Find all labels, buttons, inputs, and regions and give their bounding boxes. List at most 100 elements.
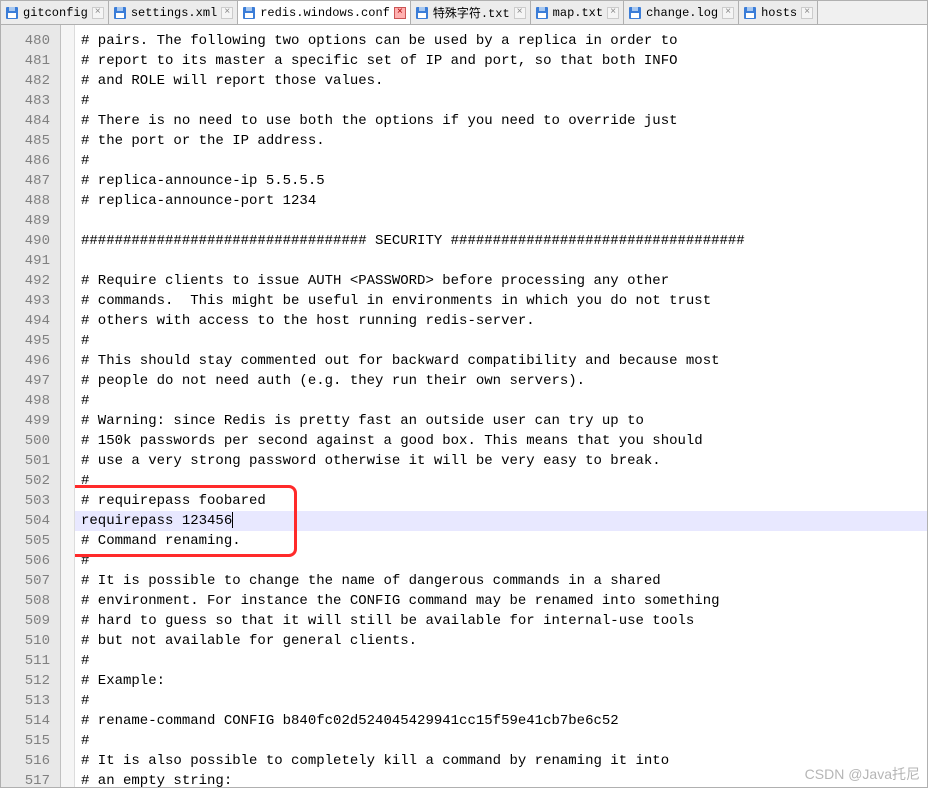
code-line[interactable]: ################################## SECUR… [75, 231, 927, 251]
code-line[interactable]: # commands. This might be useful in envi… [75, 291, 927, 311]
close-icon[interactable]: × [722, 7, 734, 19]
code-line[interactable] [75, 251, 927, 271]
code-line[interactable]: requirepass 123456 [75, 511, 927, 531]
tab-bar: gitconfig×settings.xml×redis.windows.con… [1, 1, 927, 25]
line-number: 507 [1, 571, 60, 591]
line-number: 497 [1, 371, 60, 391]
code-line[interactable]: # [75, 731, 927, 751]
code-line[interactable]: # [75, 691, 927, 711]
line-number: 515 [1, 731, 60, 751]
tab-change-log[interactable]: change.log × [624, 1, 739, 24]
line-number: 484 [1, 111, 60, 131]
code-line[interactable]: # It is also possible to completely kill… [75, 751, 927, 771]
line-number: 493 [1, 291, 60, 311]
tab------txt[interactable]: 特殊字符.txt× [411, 1, 531, 24]
line-number: 505 [1, 531, 60, 551]
code-line[interactable]: # but not available for general clients. [75, 631, 927, 651]
tab-gitconfig[interactable]: gitconfig× [1, 1, 109, 24]
code-line[interactable]: # environment. For instance the CONFIG c… [75, 591, 927, 611]
code-line[interactable]: # the port or the IP address. [75, 131, 927, 151]
line-number: 481 [1, 51, 60, 71]
close-icon[interactable]: × [92, 7, 104, 19]
code-line[interactable]: # Warning: since Redis is pretty fast an… [75, 411, 927, 431]
tab-redis-windows-conf[interactable]: redis.windows.conf × [238, 1, 411, 24]
line-number-gutter: 4804814824834844854864874884894904914924… [1, 25, 61, 787]
code-line[interactable]: # 150k passwords per second against a go… [75, 431, 927, 451]
file-icon [628, 6, 642, 20]
line-number: 491 [1, 251, 60, 271]
code-line[interactable]: # others with access to the host running… [75, 311, 927, 331]
tab-label: change.log [646, 6, 718, 20]
line-number: 508 [1, 591, 60, 611]
line-number: 503 [1, 491, 60, 511]
line-number: 489 [1, 211, 60, 231]
line-number: 487 [1, 171, 60, 191]
file-icon [113, 6, 127, 20]
file-icon [415, 6, 429, 20]
code-line[interactable]: # [75, 651, 927, 671]
line-number: 490 [1, 231, 60, 251]
close-icon[interactable]: × [801, 7, 813, 19]
tab-settings-xml[interactable]: settings.xml × [109, 1, 238, 24]
code-line[interactable]: # and ROLE will report those values. [75, 71, 927, 91]
line-number: 517 [1, 771, 60, 791]
code-line[interactable]: # hard to guess so that it will still be… [75, 611, 927, 631]
code-line[interactable]: # replica-announce-ip 5.5.5.5 [75, 171, 927, 191]
file-icon [535, 6, 549, 20]
line-number: 500 [1, 431, 60, 451]
tab-label: hosts [761, 6, 797, 20]
text-cursor [232, 512, 233, 528]
file-icon [743, 6, 757, 20]
close-icon[interactable]: × [607, 7, 619, 19]
code-line[interactable]: # There is no need to use both the optio… [75, 111, 927, 131]
line-number: 506 [1, 551, 60, 571]
code-line[interactable]: # Require clients to issue AUTH <PASSWOR… [75, 271, 927, 291]
code-line[interactable]: # [75, 151, 927, 171]
line-number: 502 [1, 471, 60, 491]
code-line[interactable]: # [75, 331, 927, 351]
code-line[interactable]: # This should stay commented out for bac… [75, 351, 927, 371]
code-line[interactable]: # an empty string: [75, 771, 927, 787]
line-number: 509 [1, 611, 60, 631]
code-line[interactable]: # Command renaming. [75, 531, 927, 551]
code-line[interactable]: # rename-command CONFIG b840fc02d5240454… [75, 711, 927, 731]
code-line[interactable]: # [75, 551, 927, 571]
tab-label: settings.xml [131, 6, 217, 20]
line-number: 486 [1, 151, 60, 171]
close-icon[interactable]: × [394, 7, 406, 19]
code-content[interactable]: # pairs. The following two options can b… [75, 25, 927, 787]
code-line[interactable]: # Example: [75, 671, 927, 691]
code-line[interactable]: # people do not need auth (e.g. they run… [75, 371, 927, 391]
close-icon[interactable]: × [221, 7, 233, 19]
close-icon[interactable]: × [514, 7, 526, 19]
code-line[interactable] [75, 211, 927, 231]
line-number: 512 [1, 671, 60, 691]
line-number: 494 [1, 311, 60, 331]
file-icon [5, 6, 19, 20]
tab-hosts[interactable]: hosts × [739, 1, 818, 24]
line-number: 516 [1, 751, 60, 771]
line-number: 501 [1, 451, 60, 471]
line-number: 488 [1, 191, 60, 211]
editor-area: 4804814824834844854864874884894904914924… [1, 25, 927, 787]
line-number: 495 [1, 331, 60, 351]
code-line[interactable]: # report to its master a specific set of… [75, 51, 927, 71]
code-line[interactable]: # requirepass foobared [75, 491, 927, 511]
code-line[interactable]: # [75, 391, 927, 411]
line-number: 513 [1, 691, 60, 711]
code-line[interactable]: # It is possible to change the name of d… [75, 571, 927, 591]
code-line[interactable]: # [75, 91, 927, 111]
code-line[interactable]: # [75, 471, 927, 491]
code-line[interactable]: # pairs. The following two options can b… [75, 31, 927, 51]
line-number: 504 [1, 511, 60, 531]
line-number: 499 [1, 411, 60, 431]
tab-map-txt[interactable]: map.txt × [531, 1, 624, 24]
tab-label: redis.windows.conf [260, 6, 390, 20]
tab-label: map.txt [553, 6, 603, 20]
code-line[interactable]: # use a very strong password otherwise i… [75, 451, 927, 471]
fold-column [61, 25, 75, 787]
line-number: 498 [1, 391, 60, 411]
file-icon [242, 6, 256, 20]
line-number: 514 [1, 711, 60, 731]
code-line[interactable]: # replica-announce-port 1234 [75, 191, 927, 211]
